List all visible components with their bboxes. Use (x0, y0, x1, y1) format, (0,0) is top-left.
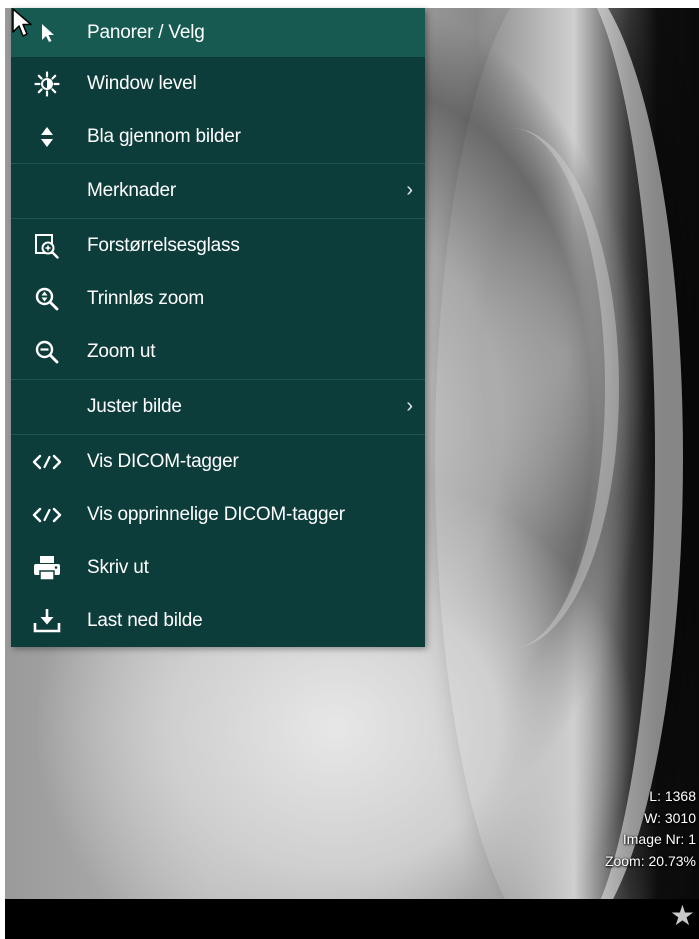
mouse-cursor-icon (12, 8, 32, 37)
menu-item-magnifier[interactable]: Forstørrelsesglass (11, 219, 425, 272)
print-icon (27, 552, 67, 584)
window-width-readout: W: 3010 (644, 809, 696, 826)
zoom-readout: Zoom: 20.73% (604, 852, 696, 869)
image-number-readout: Image Nr: 1 (622, 831, 696, 847)
menu-item-continuous-zoom[interactable]: Trinnløs zoom (11, 272, 425, 325)
menu-item-download-image[interactable]: Last ned bilde (11, 594, 425, 647)
window-level-icon (27, 68, 67, 100)
code-icon (27, 499, 67, 531)
zoom-continuous-icon (27, 283, 67, 315)
chevron-right-icon: › (406, 179, 413, 201)
menu-item-zoom-out[interactable]: Zoom ut (11, 325, 425, 378)
context-menu: Panorer / Velg Window level Bla gjennom … (11, 8, 425, 647)
menu-item-label: Bla gjennom bilder (87, 125, 241, 147)
window-level-readout: L: 1368 (649, 788, 696, 804)
menu-item-annotations[interactable]: Merknader › (11, 164, 425, 217)
menu-item-window-level[interactable]: Window level (11, 57, 425, 110)
menu-item-label: Skriv ut (87, 556, 149, 578)
menu-item-label: Vis opprinnelige DICOM-tagger (87, 503, 345, 525)
menu-item-label: Vis DICOM-tagger (87, 450, 239, 472)
menu-item-label: Panorer / Velg (87, 21, 205, 43)
download-icon (27, 605, 67, 637)
menu-item-label: Last ned bilde (87, 609, 203, 631)
menu-item-adjust-image[interactable]: Juster bilde › (11, 380, 425, 433)
menu-item-pan-select[interactable]: Panorer / Velg (11, 8, 425, 57)
menu-item-label: Zoom ut (87, 340, 156, 362)
menu-item-label: Window level (87, 72, 197, 94)
menu-item-label: Trinnløs zoom (87, 287, 205, 309)
menu-item-print[interactable]: Skriv ut (11, 541, 425, 594)
zoom-out-icon (27, 336, 67, 368)
code-icon (27, 446, 67, 478)
menu-item-label: Juster bilde (87, 395, 182, 417)
magnifier-icon (27, 230, 67, 262)
xray-rib-contour (405, 128, 619, 648)
menu-item-show-original-dicom-tags[interactable]: Vis opprinnelige DICOM-tagger (11, 488, 425, 541)
menu-item-label: Merknader (87, 179, 177, 201)
menu-item-scroll-images[interactable]: Bla gjennom bilder (11, 110, 425, 163)
menu-item-label: Forstørrelsesglass (87, 234, 240, 256)
image-info-overlay: L: 1368 W: 3010 Image Nr: 1 Zoom: 20.73% (605, 786, 696, 872)
viewer-bottom-bar (5, 899, 699, 939)
chevron-right-icon: › (406, 395, 413, 417)
favorite-star-icon[interactable]: ★ (670, 902, 695, 930)
scroll-images-icon (27, 121, 67, 153)
menu-item-show-dicom-tags[interactable]: Vis DICOM-tagger (11, 435, 425, 488)
